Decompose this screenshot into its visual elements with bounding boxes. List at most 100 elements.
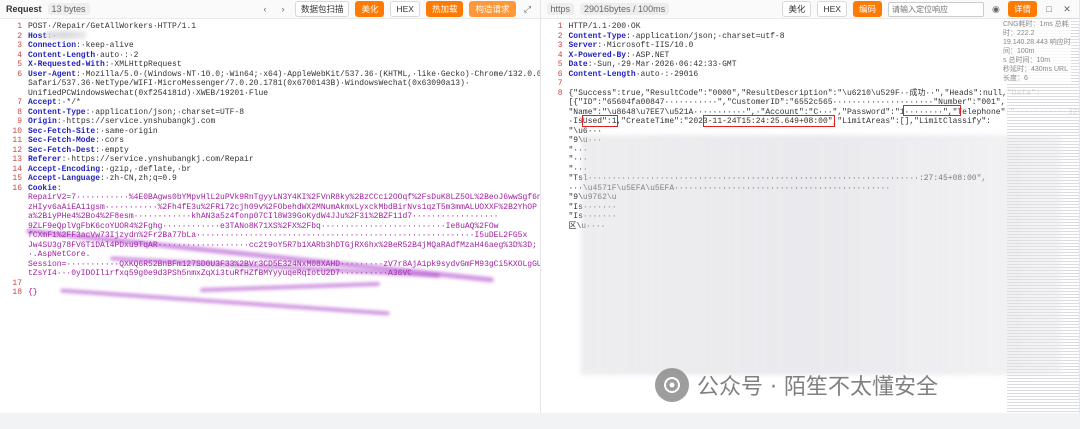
code-token: Content-Type [568,31,627,41]
chevron-right-icon[interactable]: › [277,3,289,15]
line-number [0,89,28,99]
code-line: Jw4SU3g78FV6T1DAl4PDxu9TqAR·············… [0,241,540,251]
code-line: 2 Content-Type:·application/json;·charset… [541,32,1080,42]
code-token: :·https://service.ynshubangkj.com/Repair [61,155,254,164]
code-line: 6 Content-Length ·auto·:·29016 [541,70,1080,80]
line-number: 4 [557,50,563,60]
highlight-account-password [702,115,835,127]
detail-button[interactable]: 详情 [1007,1,1037,17]
line-number [0,212,28,222]
line-number: 5 [17,60,22,69]
line-number: 5 [557,60,563,69]
code-token: :·Mozilla/5.0·(Windows·NT·10.0;·Win64;·x… [76,69,541,79]
request-toolbar: Request 13 bytes ‹ › 数据包扫描 美化 HEX 热加载 构造… [0,0,540,19]
code-token: User-Agent [28,69,77,79]
chevron-left-icon[interactable]: ‹ [259,3,271,15]
line-number [0,250,28,260]
code-token: X-Powered-By [568,50,627,60]
encoding-dropdown[interactable]: 编码 [852,1,882,17]
hex-button[interactable]: HEX [817,1,847,17]
line-number [541,193,569,203]
code-token: :·cors [95,136,125,145]
line-number: 3 [17,41,22,50]
response-protocol: https [546,3,575,15]
line-number [541,136,569,146]
line-number [541,127,569,137]
scan-button[interactable]: 数据包扫描 [294,1,350,17]
line-number: 13 [12,155,22,164]
stat-line: s 总时间：10m [1003,57,1051,64]
line-number [0,260,28,270]
close-icon[interactable]: ✕ [1061,3,1073,15]
bottom-bar [0,413,1080,429]
response-toolbar: https 29016bytes / 100ms 美化 HEX 编码 ◉ 详情 … [540,0,1079,19]
code-token: Jw4SU3g78FV6T1DAl4PDxu9TqAR·············… [28,240,537,250]
response-search-input[interactable] [887,1,984,17]
line-number: 11 [12,136,22,145]
line-number: 12 [12,145,22,155]
code-line: 13 Referer:·https://service.ynshubangkj.c… [0,155,540,165]
watermark-text: 公众号 · 陌笙不太懂安全 [697,375,938,400]
code-token: RepairV2=7 [28,193,77,202]
burp-like-window: Request 13 bytes ‹ › 数据包扫描 美化 HEX 热加载 构造… [0,0,1080,429]
response-stats: CNG耗时：1ms 总耗时：222.2 19.140.28.443 响应时间：10… [1003,20,1071,83]
code-line: 4 Content-Length ·auto·:·2 [0,51,540,61]
line-number [541,184,569,194]
line-number [541,212,569,222]
stat-line: 秒延时：430ms URL长度：6 [1003,66,1068,82]
highlight-number [902,105,961,116]
line-number: 8 [17,107,22,117]
code-line: 16 Cookie: [0,184,540,194]
line-number: 7 [17,98,22,107]
code-line: 10 Sec-Fetch-Site:·same-origin [0,127,540,137]
code-token: Content-Length [568,69,636,79]
code-token: HTTP/1.1·200·OK [568,22,641,31]
code-token: Accept-Encoding [28,164,101,174]
code-token: :·keep-alive [76,41,134,50]
line-number: 14 [12,164,22,174]
code-line: 5 Date:·Sun,·29·Mar·2026·06:42:33·GMT [541,60,1080,70]
beautify-button[interactable]: 美化 [782,1,812,17]
code-token: Accept [28,98,57,107]
expand-icon[interactable]: ⤢ [522,3,534,15]
stat-line: CNG耗时：1ms 总耗时：222.2 [1003,21,1069,37]
line-number [541,222,569,232]
hot-load-button[interactable]: 热加载 [425,1,464,17]
line-number [0,79,28,89]
code-token: :·XMLHttpRequest [104,60,182,69]
code-token: ·auto·:·29016 [635,69,699,79]
stat-line: 19.140.28.443 响应时间：100m [1003,39,1071,55]
code-line: 3 Server:·Microsoft-IIS/10.0 [541,41,1080,51]
code-line: 15 Accept-Language:·zh-CN,zh;q=0.9 [0,174,540,184]
beautify-button[interactable]: 美化 [355,1,385,17]
code-token: Referer [28,155,62,164]
code-token: :·Microsoft-IIS/10.0 [597,41,694,50]
code-token: 9ZLF9eQplVgFbK6coYUOR4%2Fghg············… [28,221,499,231]
hex-button[interactable]: HEX [390,1,420,17]
line-number: 6 [17,69,22,79]
code-line: 5 X-Requested-With:·XMLHttpRequest [0,60,540,70]
code-token: :·empty [95,145,129,155]
code-line: 9 Origin:·https://service.ynshubangkj.com [0,117,540,127]
highlight-name [581,115,618,127]
construct-request-button[interactable]: 构造请求 [469,1,516,17]
code-line: 11 Sec-Fetch-Mode:·cors [0,136,540,146]
chrome-icon[interactable]: ◉ [990,3,1002,15]
code-line: zHIyv6aAiEA11gsm···········%2Fh4fE3u%2FR… [0,203,540,213]
code-token: GetAllWorkers [90,22,153,31]
code-line: UnifiedPCWindowsWechat(0xf254181d)·XWEB/… [0,89,540,99]
request-size: 13 bytes [47,3,90,15]
line-number: 4 [17,50,22,60]
code-token: Sec-Fetch-Dest [28,145,96,155]
line-number: 7 [557,79,563,88]
request-pane: Request 13 bytes ‹ › 数据包扫描 美化 HEX 热加载 构造… [0,0,541,413]
code-token: {} [28,288,38,297]
code-token: Cookie [28,183,57,193]
code-line: 3 Connection:·keep-alive [0,41,540,51]
redaction-body [580,135,1061,375]
line-number [541,146,569,156]
code-token: :·https://service.ynshubangkj.com [56,117,216,126]
maximize-icon[interactable]: □ [1043,3,1055,15]
line-number [541,165,569,175]
line-number: 6 [557,69,563,79]
